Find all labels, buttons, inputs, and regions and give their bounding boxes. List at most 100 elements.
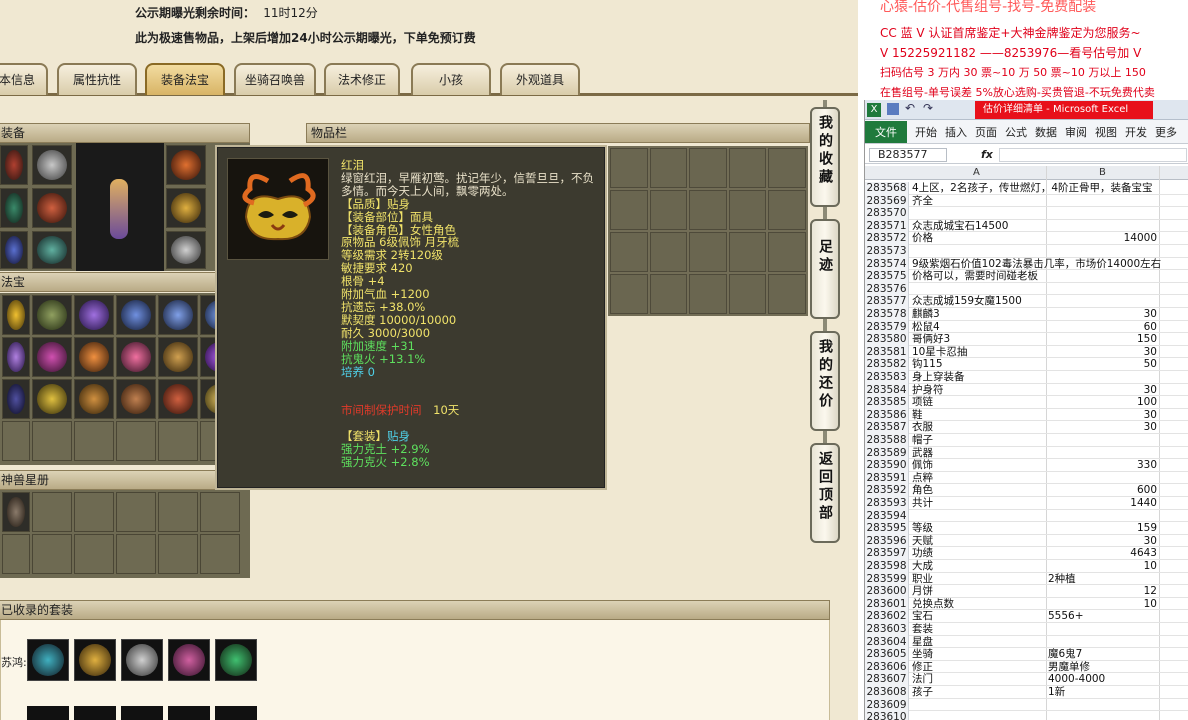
sheet-row[interactable]: 283595 等级 159 — [865, 522, 1188, 535]
sheet-row[interactable]: 283587 衣服 30 — [865, 421, 1188, 434]
fabao-slot[interactable] — [116, 379, 156, 419]
set-item[interactable] — [27, 639, 69, 681]
footprint-button[interactable]: 足迹 — [810, 219, 840, 319]
row-number[interactable]: 283592 — [865, 484, 909, 497]
row-number[interactable]: 283595 — [865, 522, 909, 535]
cell-a[interactable]: 众志成城159女魔1500 — [912, 295, 1022, 308]
cell-b[interactable]: 10 — [1047, 598, 1157, 611]
back-to-top-button[interactable]: 返回顶部 — [810, 443, 840, 543]
sheet-row[interactable]: 283609 — [865, 698, 1188, 712]
ribbon-tab[interactable]: 数据 — [1031, 124, 1061, 140]
row-number[interactable]: 283588 — [865, 434, 909, 447]
row-number[interactable]: 283570 — [865, 207, 909, 220]
fabao-slot[interactable] — [158, 379, 198, 419]
cell-b[interactable]: 魔6鬼7 — [1048, 648, 1082, 661]
row-number[interactable]: 283599 — [865, 572, 909, 586]
cell-b[interactable]: 2种植 — [1048, 573, 1076, 586]
sheet-row[interactable]: 283579 松鼠4 60 — [865, 320, 1188, 334]
ribbon-tab[interactable]: 开发 — [1121, 124, 1151, 140]
undo-icon[interactable]: ↶ — [905, 101, 915, 115]
sheet-row[interactable]: 283590 佩饰 330 — [865, 459, 1188, 472]
row-number[interactable]: 283580 — [865, 333, 909, 346]
tab-spell-correction[interactable]: 法术修正 — [324, 63, 400, 95]
cell-b[interactable]: 30 — [1047, 308, 1157, 321]
cell-b[interactable]: 12 — [1047, 585, 1157, 598]
cell-b[interactable]: 10 — [1047, 560, 1157, 573]
row-number[interactable]: 283582 — [865, 358, 909, 371]
inventory-slot[interactable] — [649, 148, 688, 188]
row-number[interactable]: 283575 — [865, 270, 909, 283]
cell-a[interactable]: 共计 — [912, 497, 933, 510]
fabao-slot[interactable] — [116, 295, 156, 335]
sheet-row[interactable]: 283569 齐全 — [865, 194, 1188, 208]
sheet-row[interactable]: 283577 众志成城159女魔1500 — [865, 295, 1188, 308]
tab-equipment[interactable]: 装备法宝 — [145, 63, 225, 95]
fx-icon[interactable]: fx — [981, 148, 993, 161]
inventory-slot[interactable] — [689, 148, 727, 188]
cell-a[interactable]: 坐骑 — [912, 648, 933, 661]
row-number[interactable]: 283585 — [865, 396, 909, 409]
sheet-row[interactable]: 283588 帽子 — [865, 434, 1188, 447]
cell-a[interactable]: 价格可以，需要时间碰老板 — [912, 270, 1038, 283]
cell-b[interactable]: 1440 — [1047, 497, 1157, 510]
ribbon-tab[interactable]: 审阅 — [1061, 124, 1091, 140]
row-number[interactable]: 283568 — [865, 182, 909, 195]
sheet-row[interactable]: 283585 项链 100 — [865, 396, 1188, 409]
sheet-row[interactable]: 283605 坐骑 魔6鬼7 — [865, 648, 1188, 661]
equip-slot[interactable] — [0, 145, 28, 185]
sheet-row[interactable]: 283582 钩115 50 — [865, 358, 1188, 371]
ribbon-tab[interactable]: 公式 — [1001, 124, 1031, 140]
sheet-row[interactable]: 283568 4上区，2名孩子，传世燃灯，4阶正骨甲，装备宝宝 — [865, 182, 1188, 195]
sheet-row[interactable]: 283598 大成 10 — [865, 560, 1188, 573]
inventory-slot[interactable] — [689, 274, 727, 314]
cell-b[interactable]: 14000 — [1047, 232, 1157, 245]
inventory-slot[interactable] — [649, 232, 688, 272]
cell-a[interactable]: 佩饰 — [912, 459, 933, 472]
cell-b[interactable]: 30 — [1047, 421, 1157, 434]
sheet-row[interactable]: 283591 点粹 — [865, 471, 1188, 485]
row-number[interactable]: 283590 — [865, 459, 909, 472]
inventory-slot[interactable] — [689, 232, 727, 272]
ribbon-tab[interactable]: 插入 — [941, 124, 971, 140]
inventory-slot[interactable] — [649, 190, 688, 230]
row-number[interactable]: 283594 — [865, 509, 909, 523]
row-number[interactable]: 283569 — [865, 194, 909, 208]
row-number[interactable]: 283593 — [865, 497, 909, 510]
cell-a[interactable]: 10星卡忍抽 — [912, 346, 967, 359]
row-number[interactable]: 283605 — [865, 648, 909, 661]
cell-a[interactable]: 9级紫烟石价值102毒法暴击几率，市场价14000左右 — [912, 258, 1161, 271]
set-item[interactable] — [168, 639, 210, 681]
row-number[interactable]: 283600 — [865, 585, 909, 598]
cell-a[interactable]: 武器 — [912, 447, 933, 460]
row-number[interactable]: 283576 — [865, 282, 909, 296]
row-number[interactable]: 283586 — [865, 408, 909, 422]
row-number[interactable]: 283583 — [865, 371, 909, 384]
sheet-row[interactable]: 283594 — [865, 509, 1188, 523]
cell-a[interactable]: 点粹 — [912, 472, 933, 485]
sheet-row[interactable]: 283608 孩子 1新 — [865, 686, 1188, 699]
set-item[interactable] — [168, 706, 210, 720]
ribbon-tab[interactable]: 视图 — [1091, 124, 1121, 140]
cell-a[interactable]: 等级 — [912, 522, 933, 535]
fabao-slot[interactable] — [74, 295, 114, 335]
row-number[interactable]: 283603 — [865, 623, 909, 636]
cell-a[interactable]: 鞋 — [912, 409, 923, 422]
row-number[interactable]: 283598 — [865, 560, 909, 573]
cell-a[interactable]: 价格 — [912, 232, 933, 245]
tab-child[interactable]: 小孩 — [411, 63, 491, 95]
cell-a[interactable]: 星盘 — [912, 636, 933, 649]
tab-basic-info[interactable]: 本信息 — [0, 63, 48, 95]
inventory-slot[interactable] — [610, 232, 648, 272]
ribbon-tab-file[interactable]: 文件 — [865, 120, 907, 143]
cell-a[interactable]: 4上区，2名孩子，传世燃灯，4阶正骨甲，装备宝宝 — [912, 182, 1153, 195]
cell-a[interactable]: 松鼠4 — [912, 321, 940, 334]
row-number[interactable]: 283591 — [865, 471, 909, 485]
inventory-slot[interactable] — [728, 148, 767, 188]
equip-slot[interactable] — [166, 188, 206, 228]
cell-a[interactable]: 护身符 — [912, 384, 944, 397]
cell-b[interactable]: 100 — [1047, 396, 1157, 409]
cell-a[interactable]: 职业 — [912, 573, 933, 586]
sheet-row[interactable]: 283572 价格 14000 — [865, 232, 1188, 245]
sheet-row[interactable]: 283601 兑换点数 10 — [865, 597, 1188, 611]
inventory-slot[interactable] — [689, 190, 727, 230]
